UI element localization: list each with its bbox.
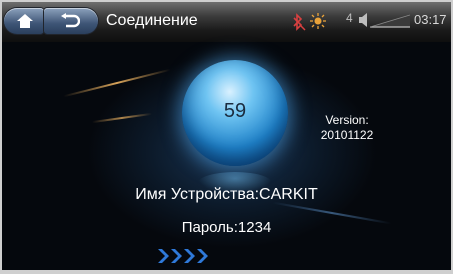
chevrons-right-icon[interactable] (158, 247, 222, 265)
device-frame: Соединение 4 03:17 59 Version: 20101122 … (0, 0, 453, 274)
connection-orb[interactable]: 59 (182, 60, 288, 166)
device-name: Имя Устройства:CARKIT (135, 186, 318, 203)
light-streak (92, 112, 152, 124)
light-streak (63, 68, 171, 98)
orb-value: 59 (223, 100, 247, 122)
version-info: Version: 20101122 (302, 113, 392, 143)
volume-level-bar[interactable] (370, 14, 420, 28)
version-value: 20101122 (320, 128, 374, 142)
top-bar: Соединение 4 03:17 (2, 2, 451, 42)
home-icon (17, 14, 33, 28)
sun-icon (310, 13, 326, 29)
volume-icon (359, 13, 367, 27)
version-label: Version: (325, 113, 369, 127)
back-button[interactable] (44, 8, 98, 34)
bluetooth-muted-icon (293, 13, 306, 31)
screen: Соединение 4 03:17 59 Version: 20101122 … (2, 2, 451, 270)
clock: 03:17 (414, 12, 447, 27)
signal-indicator: 4 (346, 11, 353, 25)
back-icon (61, 13, 80, 28)
home-button[interactable] (4, 8, 44, 34)
password: Пароль:1234 (181, 219, 272, 236)
page-title: Соединение (106, 12, 198, 29)
